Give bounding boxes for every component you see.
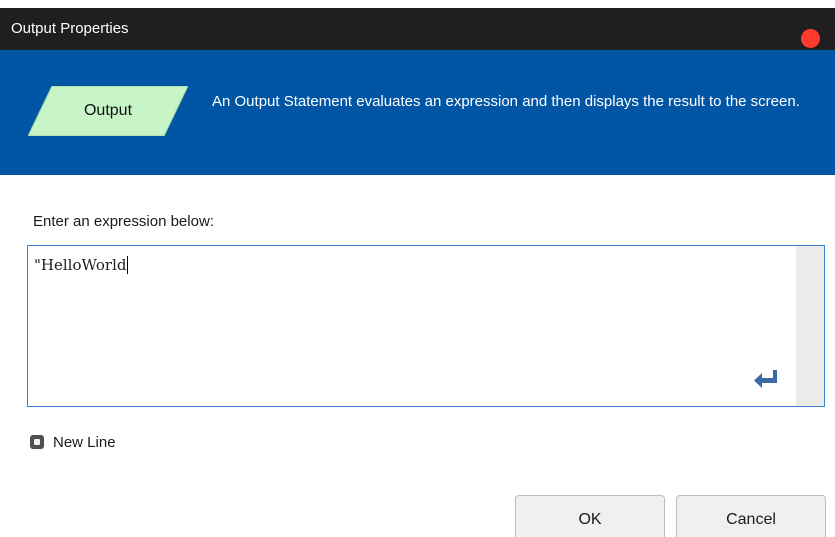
expression-value: "HelloWorld bbox=[34, 256, 127, 274]
new-line-label: New Line bbox=[53, 433, 116, 451]
header-banner: Output An Output Statement evaluates an … bbox=[0, 50, 835, 175]
output-shape-icon: Output bbox=[28, 86, 188, 136]
dialog-title: Output Properties bbox=[11, 20, 129, 37]
return-arrow-icon[interactable] bbox=[752, 368, 782, 390]
editor-scrollbar[interactable] bbox=[796, 246, 824, 406]
statement-description: An Output Statement evaluates an express… bbox=[212, 93, 800, 110]
expression-text[interactable]: "HelloWorld bbox=[34, 256, 129, 274]
ok-button[interactable]: OK bbox=[515, 495, 665, 537]
expression-prompt: Enter an expression below: bbox=[33, 213, 214, 230]
shape-label: Output bbox=[83, 102, 133, 119]
text-caret bbox=[127, 256, 129, 274]
new-line-checkbox[interactable] bbox=[30, 435, 44, 449]
title-bar: Output Properties bbox=[0, 8, 835, 50]
output-properties-dialog: Output Properties Output An Output State… bbox=[0, 0, 835, 537]
expression-editor[interactable]: "HelloWorld bbox=[27, 245, 825, 407]
new-line-toggle[interactable]: New Line bbox=[30, 432, 116, 452]
close-button[interactable] bbox=[801, 29, 820, 48]
cancel-button[interactable]: Cancel bbox=[676, 495, 826, 537]
